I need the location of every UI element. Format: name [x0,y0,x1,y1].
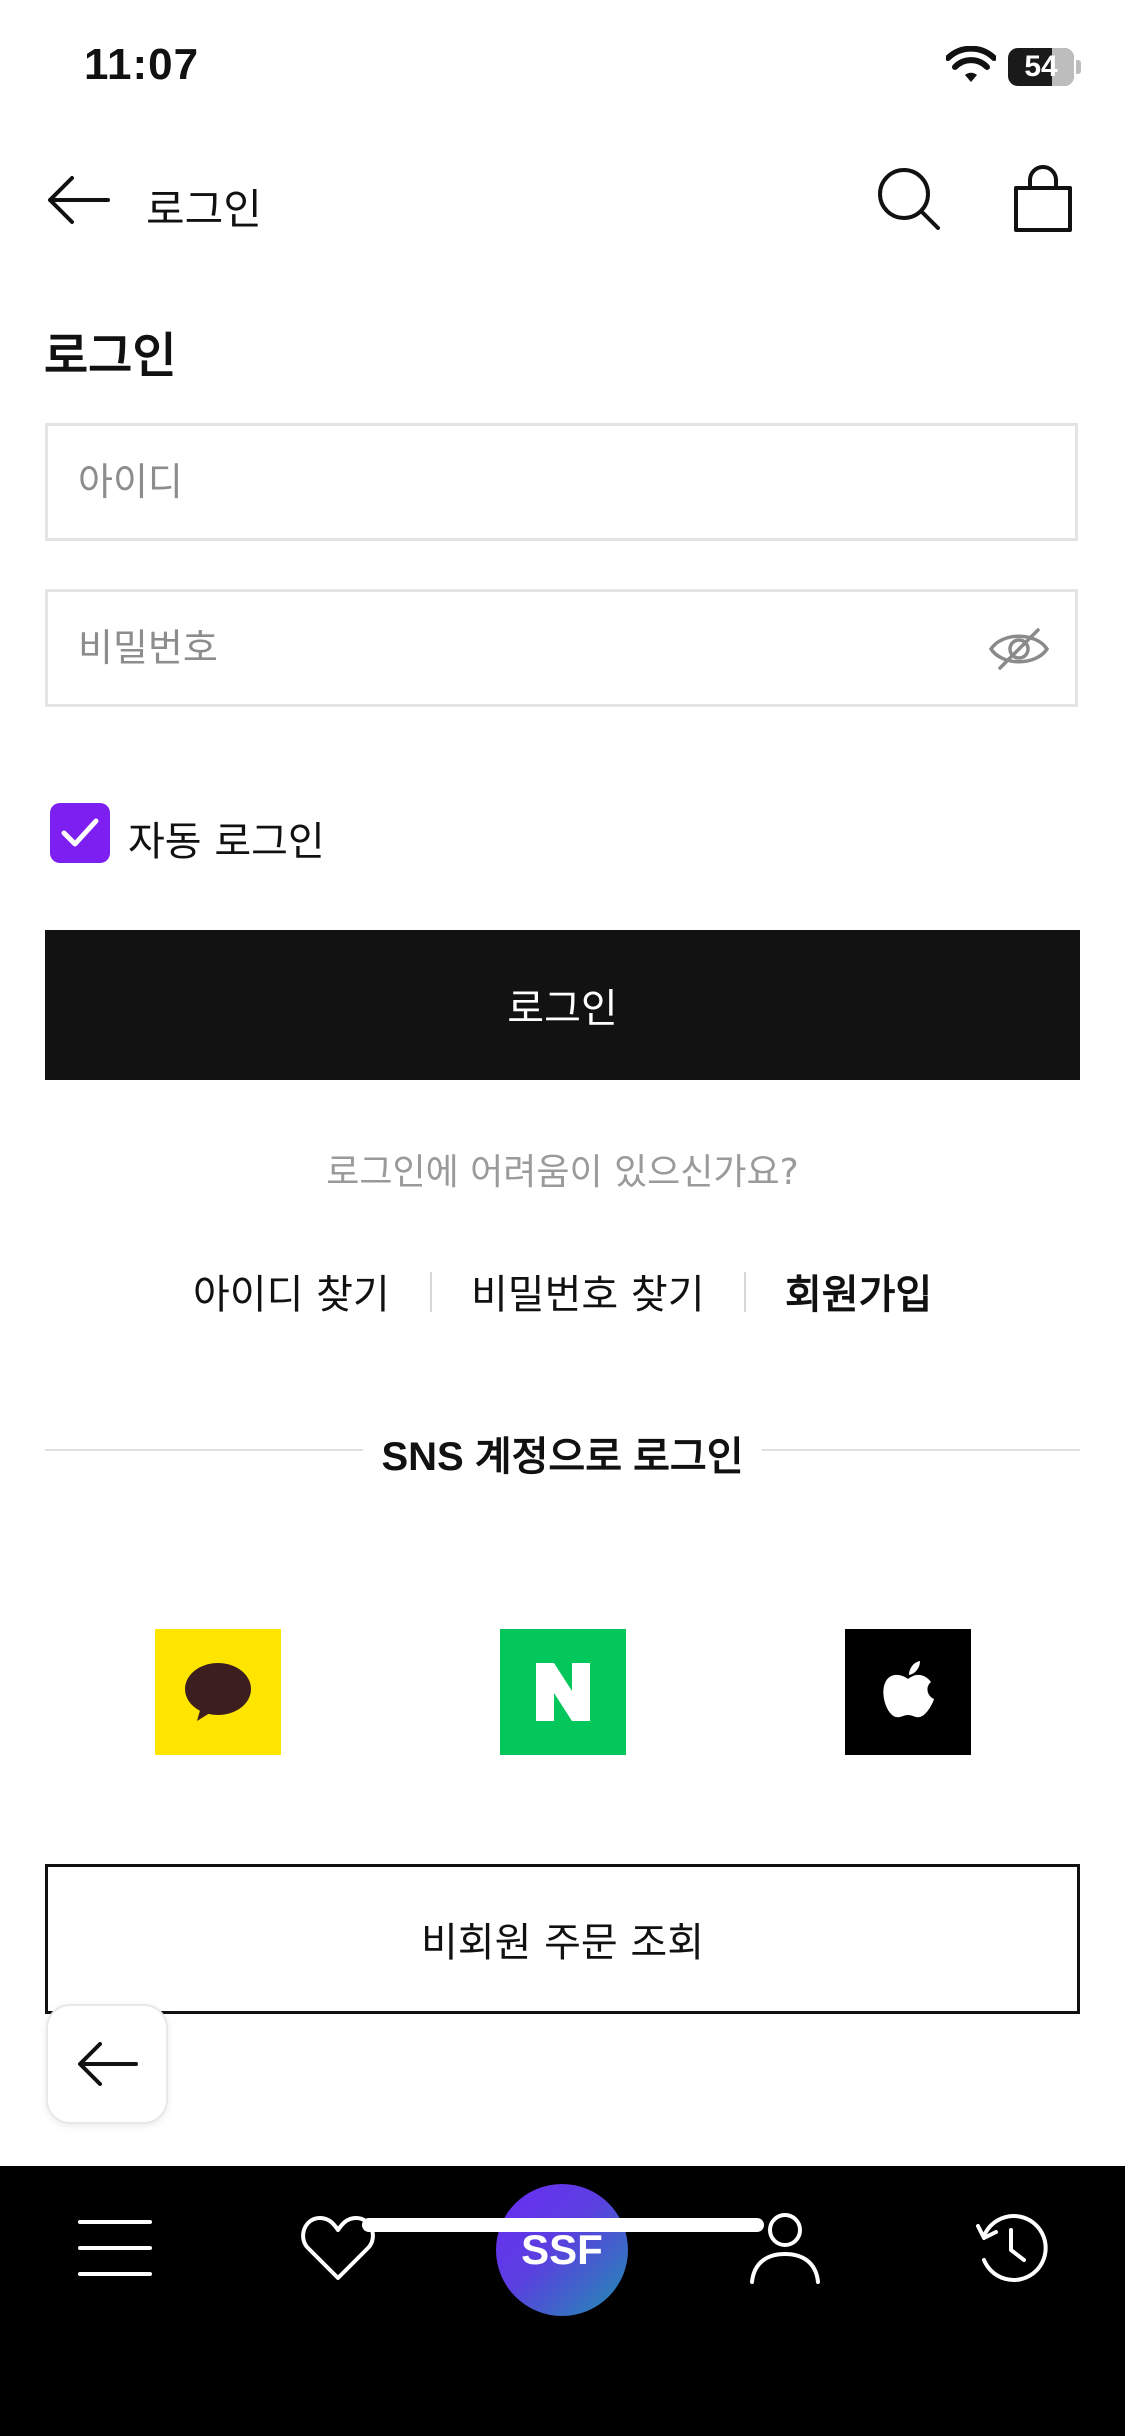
password-input[interactable] [78,592,978,704]
status-bar: 11:07 54 [0,0,1125,130]
battery-tip [1076,60,1081,74]
id-field[interactable] [45,423,1078,541]
back-arrow-icon[interactable] [44,174,114,226]
link-divider [744,1272,746,1312]
apple-icon [883,1661,934,1718]
menu-icon [78,2220,152,2276]
tab-my-page[interactable] [730,2166,840,2336]
find-password-link[interactable]: 비밀번호 찾기 [471,1262,705,1320]
sns-login-title: SNS 계정으로 로그인 [0,1424,1125,1482]
naver-icon [536,1663,590,1721]
battery-icon: 54 [1008,48,1074,86]
id-input[interactable] [78,426,978,538]
back-arrow-icon [78,2042,138,2086]
floating-back-button[interactable] [46,2004,168,2124]
kakao-login-button[interactable] [155,1629,281,1755]
status-time: 11:07 [84,40,200,89]
tab-wishlist[interactable] [284,2166,394,2336]
home-indicator [362,2218,764,2232]
tab-menu[interactable] [60,2166,170,2336]
checkbox-checked[interactable] [50,803,110,863]
login-help-text: 로그인에 어려움이 있으신가요? [326,1152,799,1193]
search-icon[interactable] [876,166,942,232]
apple-login-button[interactable] [845,1629,971,1755]
find-id-link[interactable]: 아이디 찾기 [193,1262,390,1320]
checkmark-icon [61,818,99,847]
battery-level: 54 [1024,50,1058,83]
kakao-icon [185,1663,251,1721]
naver-login-button[interactable] [500,1629,626,1755]
password-field[interactable] [45,589,1078,707]
login-screen: 11:07 54 로그인 로그인 아이디 자동 로그인 로그인 로그인에 어려움… [0,0,1125,2436]
signup-link[interactable]: 회원가입 [785,1262,932,1320]
header-title: 로그인 [146,185,262,234]
shopping-bag-icon[interactable] [1010,164,1076,234]
guest-order-button[interactable]: 비회원 주문 조회 [45,1864,1080,2014]
history-icon [976,2214,1048,2282]
eye-off-icon[interactable] [988,624,1050,674]
wifi-icon [946,46,996,82]
sns-login-title-text: SNS 계정으로 로그인 [363,1435,762,1479]
page-title: 로그인 [44,328,177,384]
bottom-tab-bar: SSF [0,2166,1125,2436]
link-divider [430,1272,432,1312]
login-button[interactable]: 로그인 [45,930,1080,1080]
auto-login-label: 자동 로그인 [128,819,325,865]
ssf-logo: SSF [496,2184,628,2316]
header: 로그인 [0,140,1125,260]
tab-home[interactable]: SSF [496,2166,628,2336]
tab-recent[interactable] [956,2166,1066,2336]
